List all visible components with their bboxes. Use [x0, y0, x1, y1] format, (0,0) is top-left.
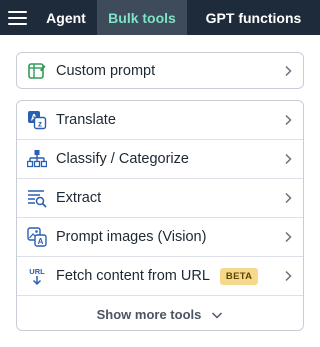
tab-gpt-functions[interactable]: GPT functions: [187, 0, 320, 35]
custom-prompt-icon: [26, 60, 48, 82]
custom-prompt-label: Custom prompt: [56, 62, 156, 79]
chevron-right-icon: [283, 192, 293, 204]
chevron-down-icon: [211, 307, 223, 322]
beta-badge: BETA: [219, 267, 259, 285]
menu-icon[interactable]: [0, 0, 35, 35]
svg-text:A: A: [38, 237, 44, 246]
bulk-tools-list: A z Translate Classify / Categorize Extr…: [16, 100, 304, 331]
url-icon: URL: [26, 265, 48, 287]
tool-item-fetch-url[interactable]: URL Fetch content from URL BETA: [17, 257, 303, 296]
tool-item-extract[interactable]: Extract: [17, 179, 303, 218]
translate-icon: A z: [26, 109, 48, 131]
tool-label-vision: Prompt images (Vision): [56, 229, 207, 245]
vision-icon: A: [26, 226, 48, 248]
show-more-label: Show more tools: [96, 306, 202, 322]
tool-label-translate: Translate: [56, 112, 116, 128]
svg-text:z: z: [38, 120, 42, 129]
top-navigation: Agent Bulk tools GPT functions: [0, 0, 320, 35]
chevron-right-icon: [283, 153, 293, 165]
tab-bulk-tools[interactable]: Bulk tools: [97, 0, 187, 35]
tab-agent[interactable]: Agent: [35, 0, 97, 35]
svg-text:URL: URL: [29, 267, 45, 276]
tool-item-classify[interactable]: Classify / Categorize: [17, 140, 303, 179]
classify-icon: [26, 148, 48, 170]
tool-label-extract: Extract: [56, 190, 102, 206]
chevron-right-icon: [283, 114, 293, 126]
tool-label-classify: Classify / Categorize: [56, 151, 189, 167]
tool-item-vision[interactable]: A Prompt images (Vision): [17, 218, 303, 257]
chevron-right-icon: [283, 231, 293, 243]
chevron-right-icon: [283, 270, 293, 282]
extract-icon: [26, 187, 48, 209]
tool-item-translate[interactable]: A z Translate: [17, 101, 303, 140]
show-more-tools-button[interactable]: Show more tools: [17, 296, 303, 332]
custom-prompt-item[interactable]: Custom prompt: [17, 53, 303, 88]
tool-label-fetch-url: Fetch content from URL: [56, 268, 210, 284]
chevron-right-icon: [283, 65, 293, 77]
custom-prompt-card: Custom prompt: [16, 52, 304, 89]
